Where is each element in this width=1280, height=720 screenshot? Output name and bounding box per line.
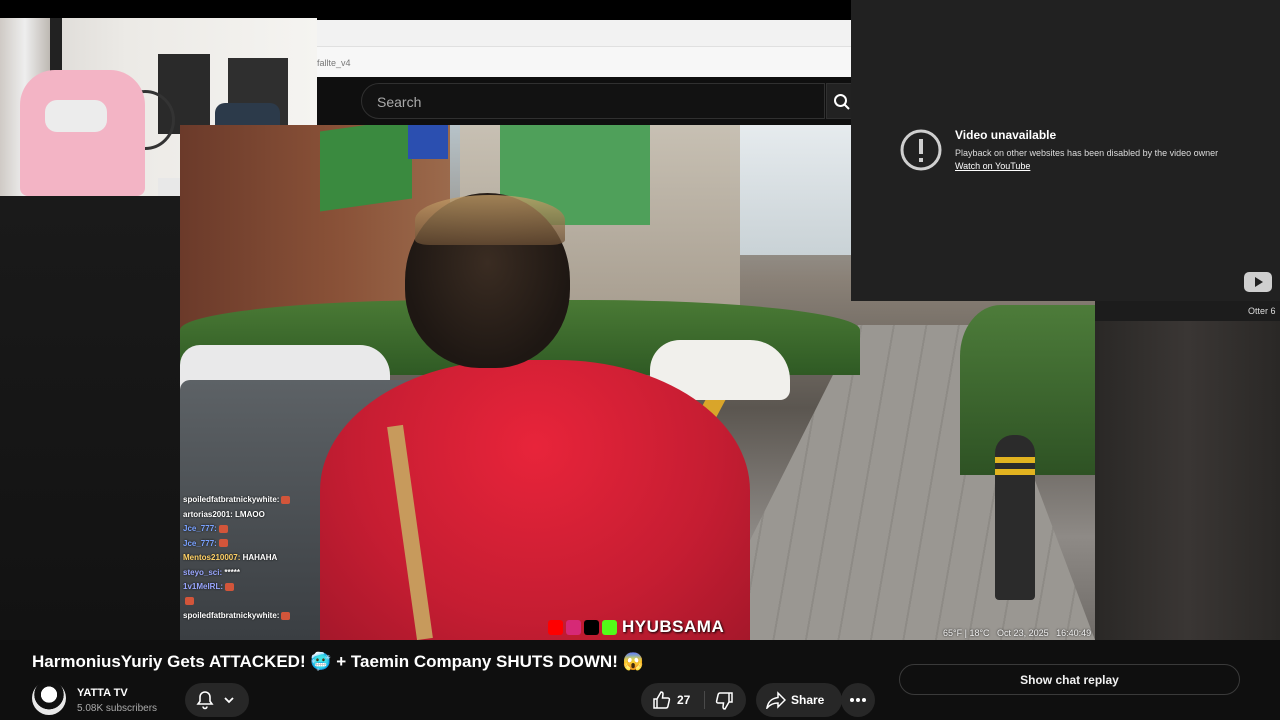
show-chat-replay-button[interactable]: Show chat replay: [899, 664, 1240, 695]
video-person-shirt: [320, 360, 750, 640]
watermark-text: HYUBSAMA: [622, 617, 725, 636]
video-sign-green: [320, 125, 412, 212]
chevron-down-icon: [224, 697, 234, 704]
more-actions-button[interactable]: [841, 683, 875, 717]
social-icons: [548, 619, 617, 635]
chat-username: Jce_777:: [183, 538, 217, 548]
instagram-icon: [566, 619, 581, 635]
chat-text: HAHAHA: [240, 553, 278, 562]
chat-emote-icon: [225, 582, 235, 591]
chat-username: steyo_sci:: [183, 567, 223, 577]
chat-message: spoiledfatbratnickywhite:: [183, 609, 313, 624]
video-sign-blue: [408, 125, 448, 159]
chat-emote-icon: [185, 597, 194, 606]
chat-message: [183, 595, 313, 610]
channel-avatar[interactable]: [32, 681, 66, 715]
right-backdrop: [1095, 321, 1280, 640]
address-bar[interactable]: [317, 46, 851, 77]
chat-username: spoiledfatbratnickywhite:: [183, 611, 280, 620]
notification-button[interactable]: [185, 683, 249, 717]
unavailable-title: Video unavailable: [955, 128, 1057, 142]
chat-username: artorias2001:: [183, 509, 233, 519]
left-backdrop: [0, 196, 180, 640]
share-button[interactable]: Share: [756, 683, 842, 717]
chat-emote-icon: [281, 495, 291, 504]
webcam-chair-pillow: [45, 100, 107, 132]
like-dislike-group: 27: [641, 683, 746, 717]
top-band: [0, 0, 851, 20]
kick-icon: [602, 619, 617, 635]
address-text: fallte_v4: [317, 58, 351, 68]
alert-icon: [900, 129, 942, 171]
chat-message: 1v1MeIRL:: [183, 580, 313, 595]
video-person-hair: [415, 195, 565, 245]
chat-message: Mentos210007: HAHAHA: [183, 551, 313, 566]
chat-message: spoiledfatbratnickywhite:: [183, 493, 313, 508]
youtube-icon: [548, 619, 563, 635]
webcam-gaming-chair: [20, 70, 145, 196]
bollard-band: [995, 469, 1035, 475]
bollard-band: [995, 457, 1035, 463]
thumbs-up-icon[interactable]: [651, 690, 671, 710]
more-horizontal-icon: [850, 698, 866, 702]
chat-overlay: spoiledfatbratnickywhite: artorias2001: L…: [183, 493, 313, 624]
video-bollard: [995, 435, 1035, 600]
youtube-logo-icon[interactable]: [1244, 272, 1272, 292]
share-icon: [766, 691, 786, 709]
search-placeholder: Search: [377, 94, 422, 110]
thumbs-down-icon[interactable]: [715, 691, 735, 711]
watch-on-youtube-link[interactable]: Watch on YouTube: [955, 161, 1030, 171]
youtube-header: Search: [317, 77, 866, 125]
like-divider: [704, 691, 705, 709]
chat-text: *****: [222, 567, 240, 577]
streamer-watermark: HYUBSAMA: [548, 617, 724, 637]
share-label: Share: [791, 693, 825, 707]
chat-emote-icon: [281, 611, 291, 620]
browser-address-strip: fallte_v4: [317, 20, 851, 77]
weather-timestamp: 65°F | 18°C Oct 23, 2025 16:40:49: [943, 628, 1092, 638]
video-title: HarmoniusYuriy Gets ATTACKED! 🥶 + Taemin…: [32, 652, 644, 671]
chat-message: steyo_sci: *****: [183, 566, 313, 581]
chat-username: 1v1MeIRL:: [183, 582, 224, 591]
x-icon: [584, 619, 599, 635]
like-count[interactable]: 27: [677, 693, 690, 707]
chat-username: Jce_777:: [183, 524, 217, 533]
chat-emote-icon: [218, 524, 228, 533]
chat-message: Jce_777:: [183, 522, 313, 537]
unavailable-description: Playback on other websites has been disa…: [955, 148, 1219, 158]
search-input[interactable]: Search: [361, 83, 825, 119]
other-label: Otter 6: [1248, 306, 1276, 316]
search-icon: [834, 94, 850, 110]
video-sky: [720, 125, 870, 255]
chat-message: Jce_777:: [183, 537, 313, 552]
chat-username: spoiledfatbratnickywhite:: [183, 495, 280, 504]
chat-username: Mentos210007:: [183, 553, 241, 562]
channel-name[interactable]: YATTA TV: [77, 687, 128, 699]
bell-icon: [196, 691, 214, 710]
embedded-video-unavailable[interactable]: Video unavailable Playback on other webs…: [851, 0, 1280, 301]
chat-message: artorias2001: LMAOO: [183, 508, 313, 523]
subscriber-count: 5.08K subscribers: [77, 703, 158, 714]
chat-emote-icon: [218, 539, 228, 548]
chat-text: LMAOO: [232, 509, 265, 519]
